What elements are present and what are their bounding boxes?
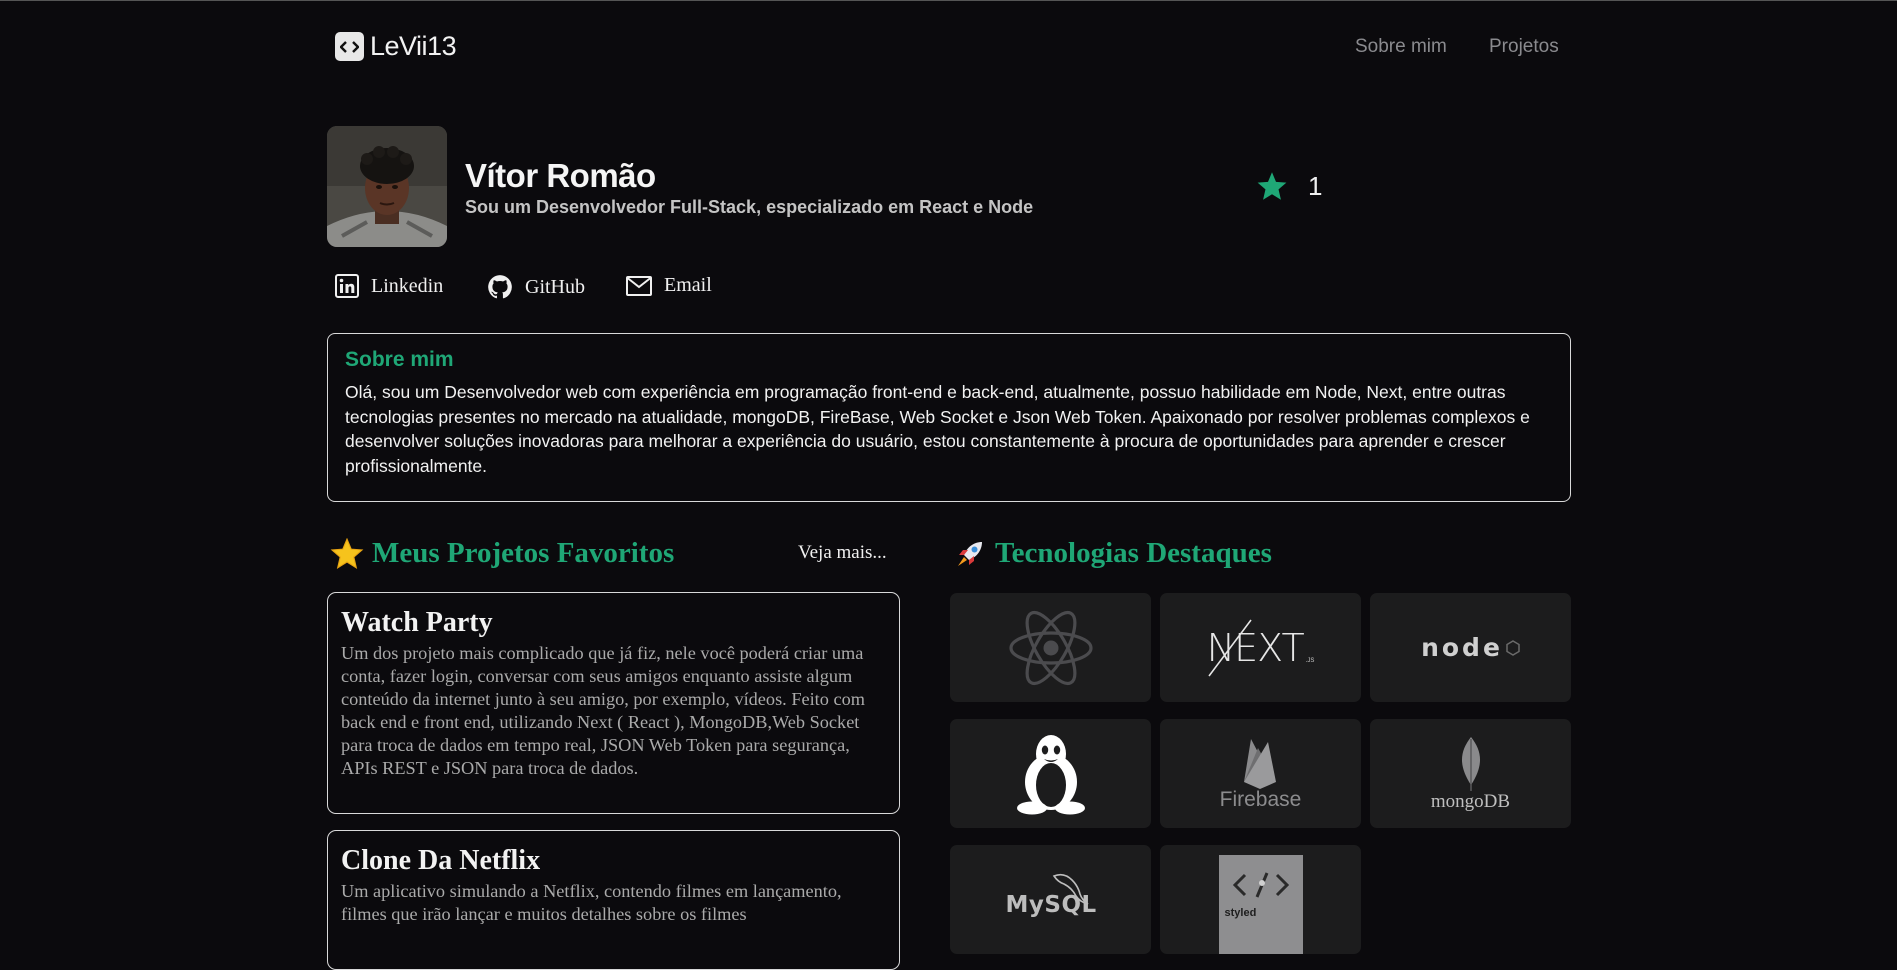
linkedin-label: Linkedin [371, 274, 444, 297]
project-description: Um dos projeto mais complicado que já fi… [341, 643, 865, 778]
firebase-icon: Firebase [1220, 736, 1301, 812]
see-more-link[interactable]: Veja mais... [798, 542, 887, 564]
project-card-watch-party[interactable]: Watch Party Um dos projeto mais complica… [327, 592, 900, 814]
about-section: Sobre mim Olá, sou um Desenvolvedor web … [327, 333, 1571, 502]
star-emoji-icon [330, 537, 364, 569]
nav-projetos[interactable]: Projetos [1489, 36, 1559, 58]
project-description: Um aplicativo simulando a Netflix, conte… [341, 881, 842, 924]
linkedin-icon [335, 274, 359, 298]
mail-icon [626, 275, 652, 296]
star-count-value: 1 [1308, 171, 1323, 201]
email-label: Email [664, 274, 712, 296]
rocket-emoji-icon [958, 541, 982, 566]
profile-name: Vítor Romão [465, 157, 656, 194]
tech-linux [950, 719, 1151, 828]
linux-tux-icon [1016, 734, 1085, 814]
star-counter[interactable]: 1 [1256, 171, 1322, 202]
github-label: GitHub [525, 275, 585, 298]
linkedin-link[interactable]: Linkedin [335, 274, 443, 298]
mongodb-icon: mongoDB [1431, 735, 1510, 813]
email-link[interactable]: Email [626, 274, 712, 297]
technologies-title: Tecnologias Destaques [995, 537, 1272, 569]
project-card-netflix-clone[interactable]: Clone Da Netflix Um aplicativo simulando… [327, 830, 900, 970]
mysql-icon: MySQL [1006, 870, 1096, 930]
tech-node: node [1370, 593, 1571, 702]
tech-nextjs: NEXT .JS [1160, 593, 1361, 702]
project-title: Clone Da Netflix [341, 845, 541, 876]
technologies-heading: Tecnologias Destaques [953, 537, 1272, 570]
github-link[interactable]: GitHub [487, 274, 585, 300]
nextjs-icon: NEXT .JS [1207, 619, 1314, 676]
code-brackets-icon [335, 32, 364, 61]
project-title: Watch Party [341, 607, 493, 638]
profile-subtitle: Sou um Desenvolvedor Full-Stack, especia… [465, 197, 1034, 217]
tech-styled-components: styled [1160, 845, 1361, 954]
nav-sobre-mim[interactable]: Sobre mim [1355, 36, 1447, 58]
react-icon [1008, 610, 1093, 685]
styled-components-icon: styled [1218, 854, 1303, 954]
tech-mysql: MySQL [950, 845, 1151, 954]
about-title: Sobre mim [345, 348, 454, 371]
tech-firebase: Firebase [1160, 719, 1361, 828]
brand-name: LeVii13 [370, 31, 457, 61]
tech-mongodb: mongoDB [1370, 719, 1571, 828]
tech-react [950, 593, 1151, 702]
star-icon [1257, 172, 1287, 200]
projects-heading: Meus Projetos Favoritos [330, 537, 674, 570]
node-icon: node [1421, 633, 1520, 662]
brand-logo[interactable]: LeVii13 [335, 31, 457, 62]
about-text: Olá, sou um Desenvolvedor web com experi… [345, 382, 1530, 476]
github-icon [488, 275, 512, 299]
avatar [327, 126, 447, 247]
projects-title: Meus Projetos Favoritos [372, 537, 675, 569]
top-border [0, 0, 1897, 1]
